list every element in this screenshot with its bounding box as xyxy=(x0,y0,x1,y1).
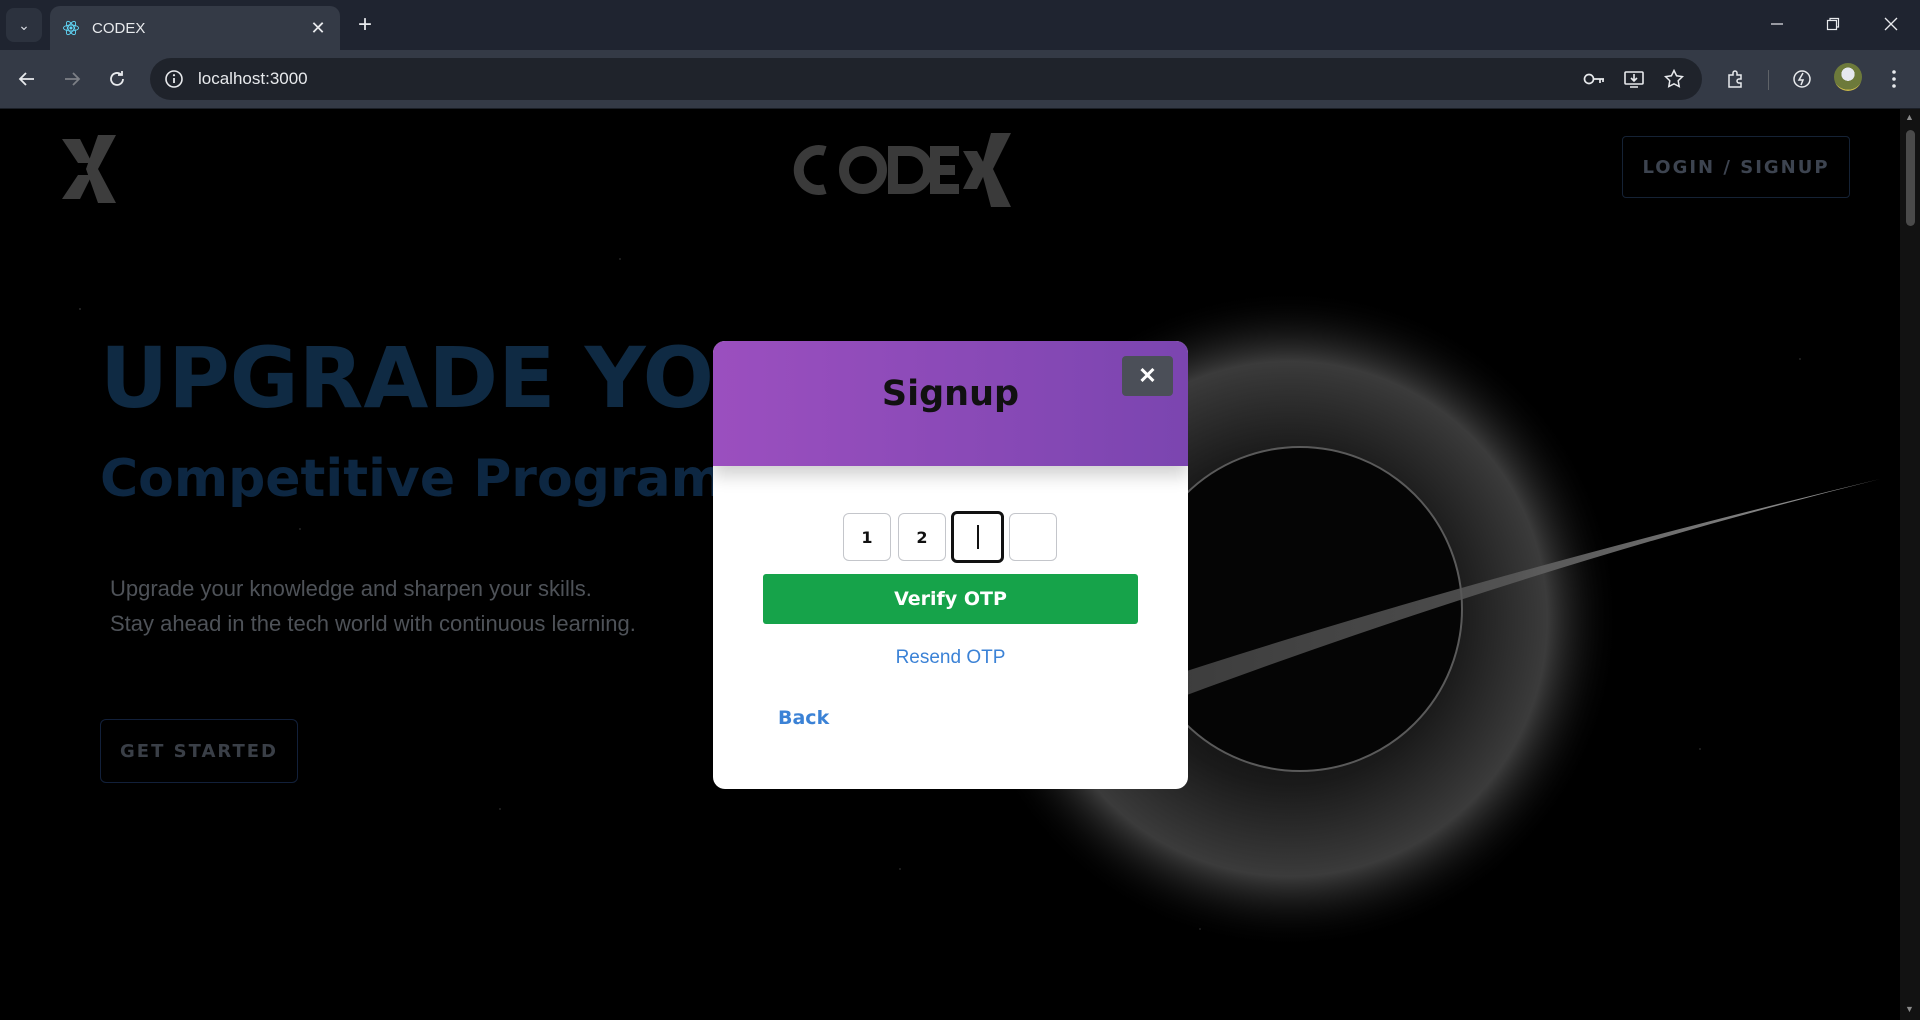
page-scrollbar[interactable] xyxy=(1900,109,1920,1020)
otp-digit-4[interactable] xyxy=(1009,513,1057,561)
browser-toolbar: localhost:3000 xyxy=(0,50,1920,109)
reload-button[interactable] xyxy=(101,63,133,95)
modal-header: Signup ✕ xyxy=(713,341,1188,466)
info-icon[interactable] xyxy=(164,69,184,89)
browser-tab[interactable]: CODEX ✕ xyxy=(50,6,340,50)
signup-modal: Signup ✕ 1 2 Verify OTP Resend OTP Back xyxy=(713,341,1188,789)
codex-wordmark-logo xyxy=(793,133,1011,207)
url-text[interactable]: localhost:3000 xyxy=(198,69,1582,89)
scroll-up-arrow-icon[interactable]: ▲ xyxy=(1905,112,1914,122)
verify-otp-button[interactable]: Verify OTP xyxy=(763,574,1138,624)
back-nav-button[interactable] xyxy=(11,63,43,95)
arrow-right-icon xyxy=(65,72,81,86)
restore-button[interactable] xyxy=(1810,6,1856,42)
close-icon xyxy=(1884,17,1898,31)
tab-close-icon[interactable]: ✕ xyxy=(310,18,326,39)
hero-description: Upgrade your knowledge and sharpen your … xyxy=(110,571,636,641)
bookmark-star-icon[interactable] xyxy=(1662,67,1686,91)
hero-description-line-2: Stay ahead in the tech world with contin… xyxy=(110,611,636,636)
modal-close-button[interactable]: ✕ xyxy=(1122,356,1173,396)
otp-input-row: 1 2 xyxy=(843,511,1058,563)
resend-otp-link[interactable]: Resend OTP xyxy=(713,647,1188,669)
reload-icon xyxy=(110,71,124,86)
close-icon: ✕ xyxy=(1138,363,1157,388)
text-cursor xyxy=(976,525,979,549)
tab-search-button[interactable]: ⌄ xyxy=(6,8,42,42)
scroll-down-arrow-icon[interactable]: ▼ xyxy=(1905,1004,1914,1014)
browser-tab-bar: ⌄ CODEX ✕ + xyxy=(0,0,1920,50)
close-window-button[interactable] xyxy=(1868,6,1914,42)
profile-avatar[interactable] xyxy=(1834,63,1862,91)
react-icon xyxy=(63,20,79,36)
restore-icon xyxy=(1826,17,1840,31)
forward-nav-button[interactable] xyxy=(56,63,88,95)
minimize-icon xyxy=(1771,23,1783,25)
new-tab-button[interactable]: + xyxy=(350,10,380,40)
extensions-icon[interactable] xyxy=(1722,65,1750,93)
tab-title: CODEX xyxy=(92,19,146,37)
menu-kebab-icon[interactable] xyxy=(1880,65,1908,93)
performance-icon[interactable] xyxy=(1788,65,1816,93)
chevron-down-icon: ⌄ xyxy=(18,16,30,33)
password-key-icon[interactable] xyxy=(1582,67,1606,91)
address-bar[interactable]: localhost:3000 xyxy=(150,58,1702,100)
login-signup-button[interactable]: LOGIN / SIGNUP xyxy=(1622,136,1850,198)
otp-digit-2[interactable]: 2 xyxy=(898,513,946,561)
toolbar-divider xyxy=(1768,70,1769,90)
hero-description-line-1: Upgrade your knowledge and sharpen your … xyxy=(110,576,592,601)
scrollbar-thumb[interactable] xyxy=(1906,130,1915,226)
modal-title: Signup xyxy=(881,374,1020,414)
otp-digit-1[interactable]: 1 xyxy=(843,513,891,561)
back-link[interactable]: Back xyxy=(778,707,829,729)
minimize-button[interactable] xyxy=(1754,6,1800,42)
otp-digit-3[interactable] xyxy=(951,511,1004,563)
codex-x-logo xyxy=(62,135,116,203)
get-started-button[interactable]: GET STARTED xyxy=(100,719,298,783)
arrow-left-icon xyxy=(18,72,34,86)
install-app-icon[interactable] xyxy=(1622,67,1646,91)
